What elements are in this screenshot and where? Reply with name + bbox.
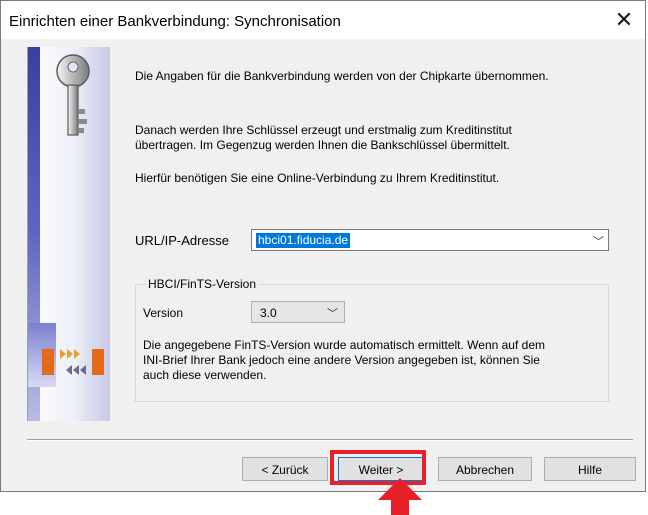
- fints-version-group-title: HBCI/FinTS-Version: [145, 277, 260, 291]
- help-button[interactable]: Hilfe: [544, 457, 636, 481]
- title-bar: Einrichten einer Bankverbindung: Synchro…: [1, 1, 645, 39]
- key-exchange-text-line2: übertragen. Im Gegenzug werden Ihnen die…: [135, 138, 510, 152]
- url-combobox[interactable]: hbci01.fiducia.de ﹀: [251, 229, 609, 251]
- version-dropdown[interactable]: 3.0 ﹀: [251, 301, 345, 323]
- online-connection-text: Hierfür benötigen Sie eine Online-Verbin…: [135, 171, 500, 185]
- close-icon: ✕: [614, 7, 634, 32]
- version-note-line2: INI-Brief Ihrer Bank jedoch eine andere …: [143, 353, 540, 367]
- version-value[interactable]: 3.0: [260, 306, 277, 320]
- button-separator: [27, 439, 633, 441]
- url-label: URL/IP-Adresse: [135, 233, 229, 248]
- url-value[interactable]: hbci01.fiducia.de: [256, 233, 351, 248]
- version-note-line1: Die angegebene FinTS-Version wurde autom…: [143, 338, 545, 352]
- version-note-line3: auch diese verwenden.: [143, 368, 267, 382]
- window-title: Einrichten einer Bankverbindung: Synchro…: [9, 13, 341, 30]
- key-exchange-text-line1: Danach werden Ihre Schlüssel erzeugt und…: [135, 123, 512, 137]
- cancel-button[interactable]: Abbrechen: [438, 457, 532, 481]
- version-label: Version: [143, 306, 184, 320]
- transfer-icon: [42, 349, 104, 375]
- chevron-down-icon[interactable]: ﹀: [593, 233, 604, 249]
- wizard-side-panel: [27, 47, 110, 421]
- chipcard-info-text: Die Angaben für die Bankverbindung werde…: [135, 69, 549, 83]
- red-arrow-up-icon: [378, 478, 422, 515]
- key-icon: [56, 54, 90, 136]
- back-button[interactable]: < Zurück: [242, 457, 328, 481]
- chevron-down-icon[interactable]: ﹀: [327, 305, 338, 321]
- close-button[interactable]: ✕: [609, 7, 639, 35]
- dialog-window: Einrichten einer Bankverbindung: Synchro…: [0, 0, 646, 492]
